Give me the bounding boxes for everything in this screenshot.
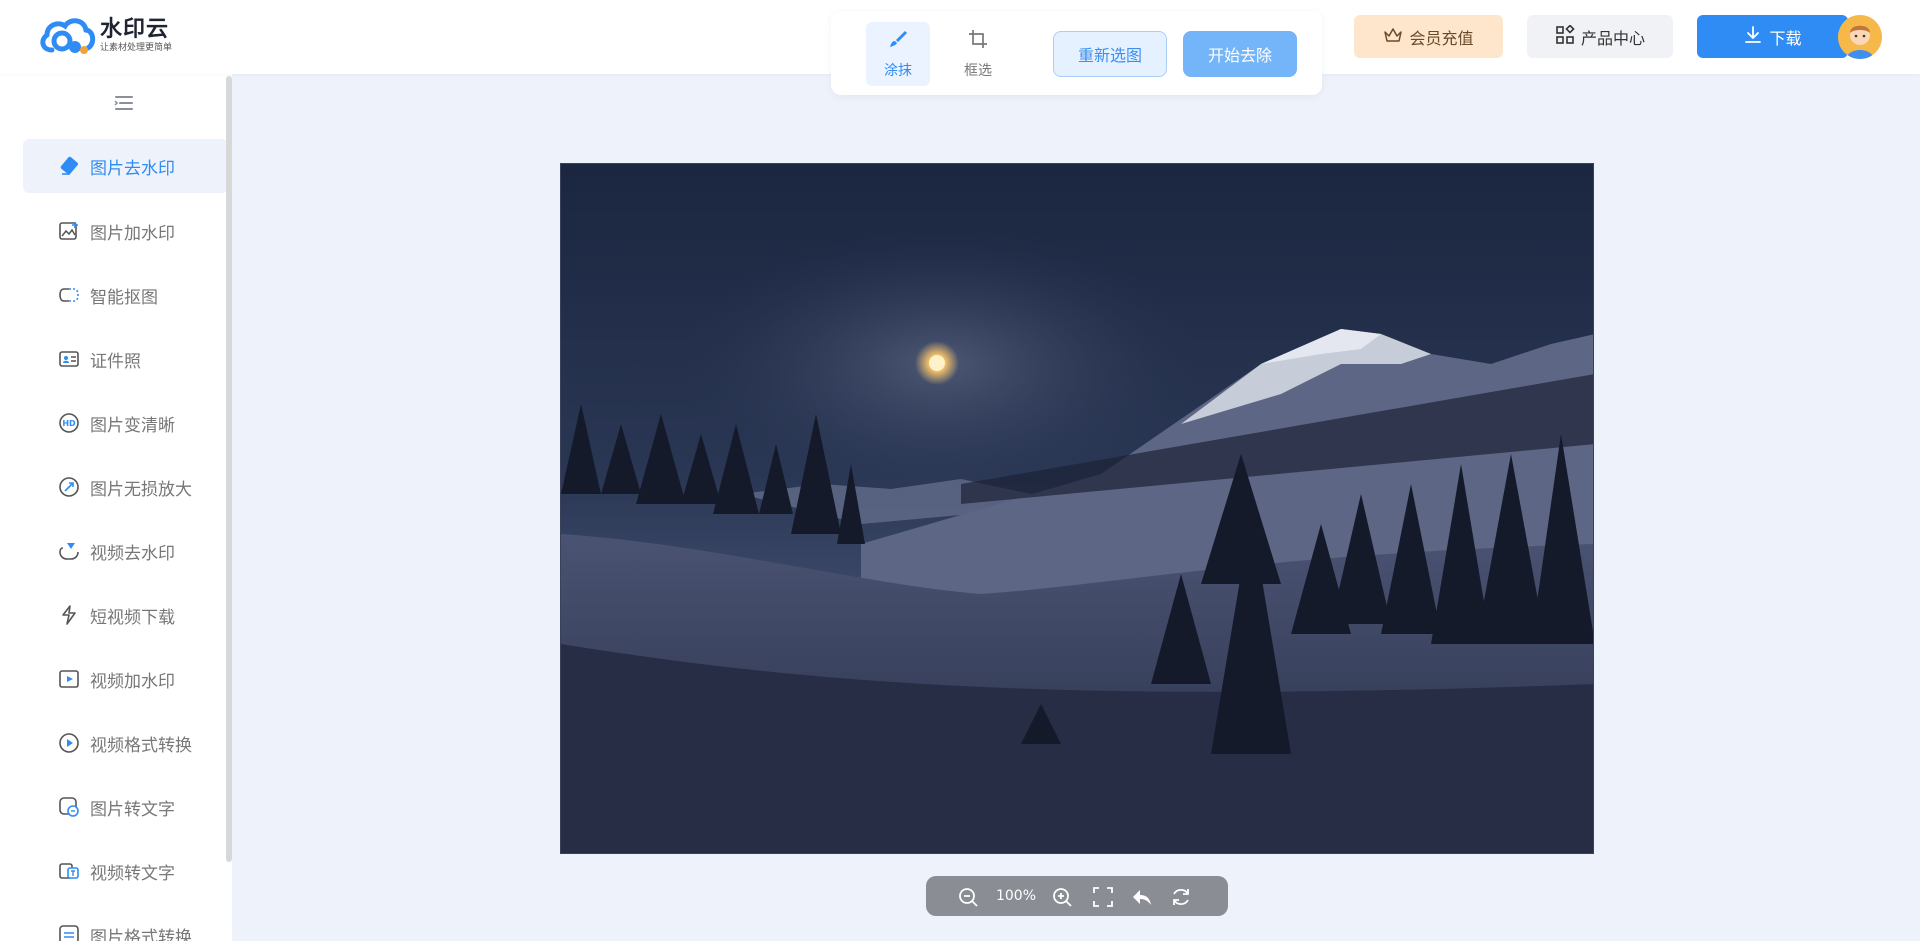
start-remove-button[interactable]: 开始去除 <box>1183 31 1297 77</box>
undo-icon[interactable] <box>1130 885 1154 909</box>
cloud-logo-icon <box>38 14 96 58</box>
image-text-icon <box>58 796 80 818</box>
tool-crop-label: 框选 <box>964 63 992 79</box>
zoom-level: 100% <box>995 888 1037 904</box>
editing-image[interactable] <box>560 163 1594 854</box>
sidebar-item-video-to-text[interactable]: 视频转文字 <box>23 844 228 898</box>
tool-brush-label: 涂抹 <box>884 63 912 79</box>
download-label: 下载 <box>1769 28 1802 48</box>
image-add-icon <box>58 220 80 242</box>
sidebar: 图片去水印 图片加水印 智能抠图 证件照 HD 图片变清晰 图片无损放大 视频去… <box>0 74 232 941</box>
sidebar-item-label: 图片变清晰 <box>90 415 175 436</box>
app-slogan: 让素材处理更简单 <box>100 43 173 53</box>
reset-icon[interactable] <box>1169 885 1193 909</box>
sidebar-item-label: 图片格式转换 <box>90 927 192 941</box>
sidebar-item-image-enlarge[interactable]: 图片无损放大 <box>23 460 228 514</box>
brush-icon <box>887 28 909 54</box>
app-logo[interactable]: 水印云 让素材处理更简单 <box>38 14 172 58</box>
sidebar-item-image-format-convert[interactable]: 图片格式转换 <box>23 908 228 941</box>
vip-recharge-label: 会员充值 <box>1409 28 1474 48</box>
sidebar-item-id-photo[interactable]: 证件照 <box>23 332 228 386</box>
crop-icon <box>967 28 989 54</box>
sidebar-item-video-watermark-add[interactable]: 视频加水印 <box>23 652 228 706</box>
tool-brush[interactable]: 涂抹 <box>866 22 930 86</box>
sidebar-collapse-icon[interactable] <box>113 92 135 114</box>
sidebar-item-image-watermark-add[interactable]: 图片加水印 <box>23 204 228 258</box>
vip-recharge-button[interactable]: 会员充值 <box>1354 15 1503 58</box>
sidebar-item-label: 视频加水印 <box>90 671 175 692</box>
hd-icon: HD <box>58 412 80 434</box>
grid-icon <box>1555 23 1581 49</box>
product-center-button[interactable]: 产品中心 <box>1527 15 1673 58</box>
sidebar-scrollbar[interactable] <box>226 76 232 862</box>
short-video-icon <box>58 604 80 626</box>
sidebar-item-label: 视频转文字 <box>90 863 175 884</box>
edit-toolbox: 涂抹 框选 重新选图 开始去除 <box>831 11 1322 95</box>
tool-crop[interactable]: 框选 <box>946 22 1010 86</box>
video-text-icon <box>58 860 80 882</box>
sidebar-item-label: 图片转文字 <box>90 799 175 820</box>
sidebar-item-smart-cutout[interactable]: 智能抠图 <box>23 268 228 322</box>
fit-screen-icon[interactable] <box>1091 885 1115 909</box>
crown-icon <box>1383 26 1409 48</box>
sidebar-item-video-watermark-remove[interactable]: 视频去水印 <box>23 524 228 578</box>
download-button[interactable]: 下载 <box>1697 15 1848 58</box>
zoom-toolbar: 100% <box>926 876 1228 916</box>
eraser-icon <box>58 155 80 177</box>
sidebar-item-short-video-download[interactable]: 短视频下载 <box>23 588 228 642</box>
download-icon <box>1743 25 1769 49</box>
sidebar-item-label: 图片无损放大 <box>90 479 192 500</box>
app-name: 水印云 <box>100 17 170 42</box>
zoom-out-icon[interactable] <box>956 885 980 909</box>
user-avatar[interactable] <box>1838 15 1882 59</box>
image-convert-icon <box>58 924 80 941</box>
cutout-icon <box>58 284 80 306</box>
sidebar-item-label: 图片去水印 <box>90 158 175 179</box>
sidebar-item-label: 智能抠图 <box>90 287 158 308</box>
sidebar-item-video-format-convert[interactable]: 视频格式转换 <box>23 716 228 770</box>
sidebar-item-image-watermark-remove[interactable]: 图片去水印 <box>23 139 228 193</box>
product-center-label: 产品中心 <box>1580 28 1645 48</box>
sidebar-item-label: 图片加水印 <box>90 223 175 244</box>
reselect-image-button[interactable]: 重新选图 <box>1053 31 1167 77</box>
sidebar-item-label: 视频去水印 <box>90 543 175 564</box>
video-eraser-icon <box>58 540 80 562</box>
sidebar-item-label: 短视频下载 <box>90 607 175 628</box>
video-add-icon <box>58 668 80 690</box>
sidebar-item-label: 证件照 <box>90 351 141 372</box>
id-card-icon <box>58 348 80 370</box>
svg-text:HD: HD <box>62 419 76 428</box>
enlarge-icon <box>58 476 80 498</box>
sidebar-item-image-to-text[interactable]: 图片转文字 <box>23 780 228 834</box>
sidebar-item-label: 视频格式转换 <box>90 735 192 756</box>
video-convert-icon <box>58 732 80 754</box>
sidebar-item-image-enhance[interactable]: HD 图片变清晰 <box>23 396 228 450</box>
zoom-in-icon[interactable] <box>1050 885 1074 909</box>
